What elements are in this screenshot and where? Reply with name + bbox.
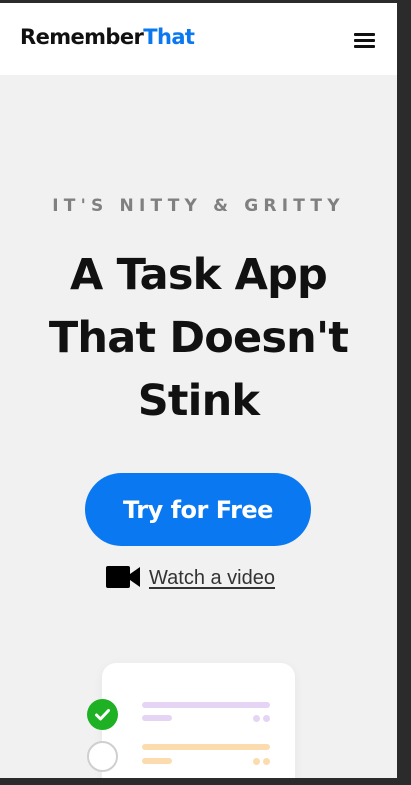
page-viewport: RememberThat IT'S NITTY & GRITTY A Task … <box>0 3 397 778</box>
menu-line <box>354 33 375 36</box>
menu-line <box>354 39 375 42</box>
try-for-free-button[interactable]: Try for Free <box>85 473 311 546</box>
hero-eyebrow: IT'S NITTY & GRITTY <box>52 196 345 216</box>
task-line-secondary <box>142 715 172 721</box>
task-line-primary <box>142 744 270 750</box>
checkmark-icon <box>95 709 110 721</box>
task-meta-dot <box>253 715 260 722</box>
headline-line-1: A Task App <box>69 250 328 300</box>
hero-headline: A Task App That Doesn't Stink <box>0 244 397 433</box>
task-meta-dot <box>263 758 270 765</box>
scrollbar[interactable] <box>397 3 411 778</box>
site-header: RememberThat <box>0 3 397 75</box>
watch-video-label: Watch a video <box>149 566 275 589</box>
task-completed-check[interactable] <box>87 699 118 730</box>
task-line-primary <box>142 702 270 708</box>
headline-line-2: That Doesn't <box>48 313 349 363</box>
task-meta-dot <box>253 758 260 765</box>
task-meta-dot <box>263 715 270 722</box>
watch-video-link[interactable]: Watch a video <box>105 564 275 592</box>
task-line-secondary <box>142 758 172 764</box>
headline-line-3: Stink <box>137 376 260 426</box>
video-camera-icon <box>106 566 140 588</box>
hamburger-menu-icon[interactable] <box>352 30 378 50</box>
menu-line <box>354 45 375 48</box>
logo-accent-text: That <box>143 25 195 49</box>
logo[interactable]: RememberThat <box>20 25 195 49</box>
empty-circle-icon[interactable] <box>87 741 118 772</box>
logo-primary-text: Remember <box>20 25 144 49</box>
